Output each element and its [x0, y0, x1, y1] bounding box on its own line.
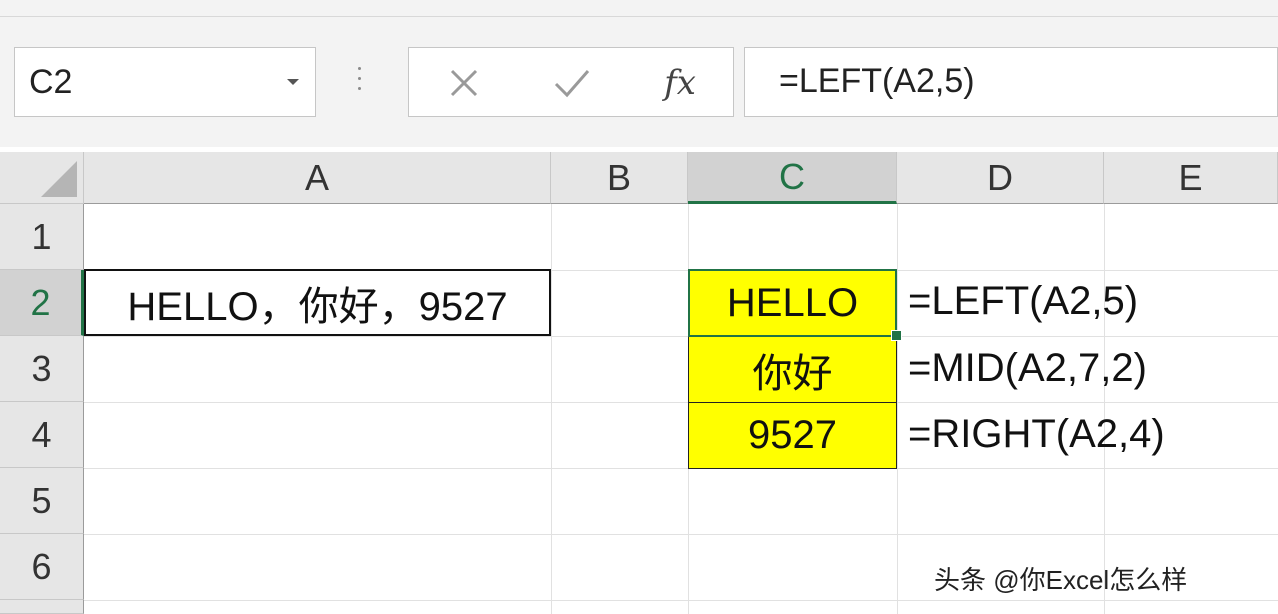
- gridline: [84, 600, 1278, 601]
- formula-note-right: =RIGHT(A2,4): [908, 412, 1165, 456]
- row-header-7[interactable]: [0, 600, 84, 614]
- name-box-value: C2: [29, 63, 73, 101]
- formula-toolbar: C2 fx =LEFT(A2,5): [0, 17, 1278, 147]
- fill-handle[interactable]: [891, 330, 902, 341]
- cell-c2-active[interactable]: HELLO: [688, 269, 897, 337]
- fx-icon: fx: [664, 63, 696, 103]
- check-icon: [554, 70, 590, 98]
- column-header-b[interactable]: B: [551, 152, 688, 204]
- formula-buttons: fx: [408, 47, 734, 117]
- formula-input[interactable]: =LEFT(A2,5): [744, 47, 1278, 117]
- row-header-6[interactable]: 6: [0, 534, 84, 600]
- grip-icon[interactable]: [358, 67, 362, 97]
- insert-function-button[interactable]: fx: [655, 60, 705, 106]
- gridline: [551, 204, 552, 614]
- ribbon-strip: [0, 0, 1278, 17]
- column-header-d[interactable]: D: [897, 152, 1104, 204]
- enter-button[interactable]: [547, 60, 597, 106]
- row-header-4[interactable]: 4: [0, 402, 84, 468]
- row-header-2[interactable]: 2: [0, 270, 84, 336]
- formula-text: =LEFT(A2,5): [779, 62, 975, 100]
- name-box[interactable]: C2: [14, 47, 316, 117]
- gridline: [84, 534, 1278, 535]
- select-all-button[interactable]: [0, 152, 84, 204]
- formula-note-left: =LEFT(A2,5): [908, 279, 1139, 323]
- chevron-down-icon[interactable]: [287, 79, 299, 85]
- cell-c4[interactable]: 9527: [688, 402, 897, 469]
- gridline: [1104, 204, 1105, 614]
- row-header-1[interactable]: 1: [0, 204, 84, 270]
- gridline: [84, 468, 1278, 469]
- cancel-button[interactable]: [439, 60, 489, 106]
- close-icon: [450, 69, 478, 97]
- column-header-a[interactable]: A: [84, 152, 551, 204]
- cell-a2[interactable]: HELLO，你好，9527: [84, 269, 551, 336]
- row-header-5[interactable]: 5: [0, 468, 84, 534]
- gridline: [897, 204, 898, 614]
- formula-note-mid: =MID(A2,7,2): [908, 346, 1147, 390]
- gridline: [84, 336, 1278, 337]
- row-header-3[interactable]: 3: [0, 336, 84, 402]
- column-header-c[interactable]: C: [688, 152, 897, 204]
- gridline: [84, 402, 1278, 403]
- watermark: 头条 @你Excel怎么样: [934, 565, 1188, 595]
- cell-c3[interactable]: 你好: [688, 336, 897, 403]
- column-header-e[interactable]: E: [1104, 152, 1278, 204]
